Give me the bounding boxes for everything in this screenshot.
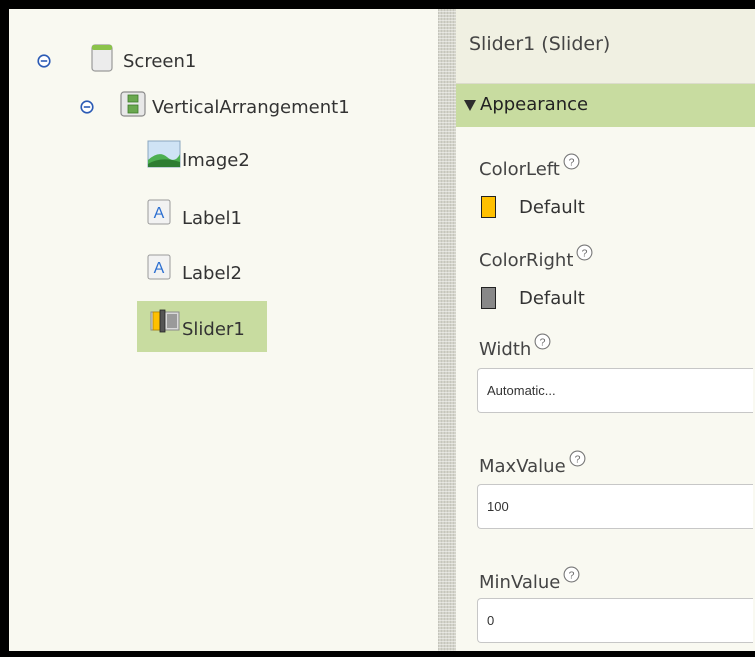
label-icon: A — [147, 199, 171, 229]
components-tree-panel: Screen1 VerticalArrangement1 Image2 A La… — [9, 9, 438, 651]
property-label: ColorRight — [479, 250, 574, 271]
property-label: Width — [479, 339, 532, 360]
image-icon — [147, 140, 181, 172]
svg-text:A: A — [154, 205, 165, 222]
vertical-arrangement-icon — [120, 91, 146, 121]
properties-header: Slider1 (Slider) — [456, 9, 755, 84]
maxvalue-property: MaxValue ? — [479, 450, 586, 477]
colorleft-property: ColorLeft ? — [479, 153, 580, 180]
svg-text:?: ? — [569, 569, 575, 581]
slider-icon — [150, 309, 180, 337]
help-icon[interactable]: ? — [563, 153, 580, 170]
colorleft-picker[interactable]: Default — [481, 196, 585, 218]
svg-text:?: ? — [540, 336, 546, 348]
tree-item-label2[interactable]: Label2 — [182, 263, 242, 285]
maxvalue-field[interactable] — [477, 484, 753, 529]
colorright-picker[interactable]: Default — [481, 287, 585, 309]
tree-item-screen1[interactable]: Screen1 — [123, 51, 196, 73]
color-value[interactable]: Default — [519, 197, 585, 218]
panel-resize-divider[interactable] — [438, 9, 456, 651]
svg-text:?: ? — [574, 453, 580, 465]
color-swatch[interactable] — [481, 196, 496, 218]
section-label: Appearance — [480, 94, 589, 115]
tree-item-slider1[interactable]: Slider1 — [182, 319, 245, 341]
minvalue-property: MinValue ? — [479, 566, 580, 593]
help-icon[interactable]: ? — [576, 244, 593, 261]
help-icon[interactable]: ? — [534, 333, 551, 350]
colorright-property: ColorRight ? — [479, 244, 593, 271]
tree-item-label1[interactable]: Label1 — [182, 208, 242, 230]
width-property: Width ? — [479, 333, 551, 360]
properties-panel: Slider1 (Slider) Appearance ColorLeft ? … — [456, 9, 755, 651]
property-label: MaxValue — [479, 456, 566, 477]
svg-text:A: A — [154, 260, 165, 277]
tree-item-verticalarrangement1[interactable]: VerticalArrangement1 — [152, 97, 350, 119]
collapse-icon[interactable] — [80, 100, 94, 114]
screen-icon — [91, 44, 113, 76]
minvalue-field[interactable] — [477, 598, 753, 643]
triangle-down-icon — [464, 100, 476, 111]
width-field[interactable] — [477, 368, 753, 413]
help-icon[interactable]: ? — [563, 566, 580, 583]
property-label: ColorLeft — [479, 159, 560, 180]
color-swatch[interactable] — [481, 287, 496, 309]
appearance-section-header[interactable]: Appearance — [456, 84, 755, 127]
svg-text:?: ? — [568, 156, 574, 168]
color-value[interactable]: Default — [519, 288, 585, 309]
properties-title: Slider1 (Slider) — [469, 33, 611, 55]
help-icon[interactable]: ? — [569, 450, 586, 467]
property-label: MinValue — [479, 572, 561, 593]
tree-item-image2[interactable]: Image2 — [182, 150, 250, 172]
svg-text:?: ? — [582, 247, 588, 259]
label-icon: A — [147, 254, 171, 284]
collapse-icon[interactable] — [37, 54, 51, 68]
window-frame: Screen1 VerticalArrangement1 Image2 A La… — [0, 0, 755, 657]
